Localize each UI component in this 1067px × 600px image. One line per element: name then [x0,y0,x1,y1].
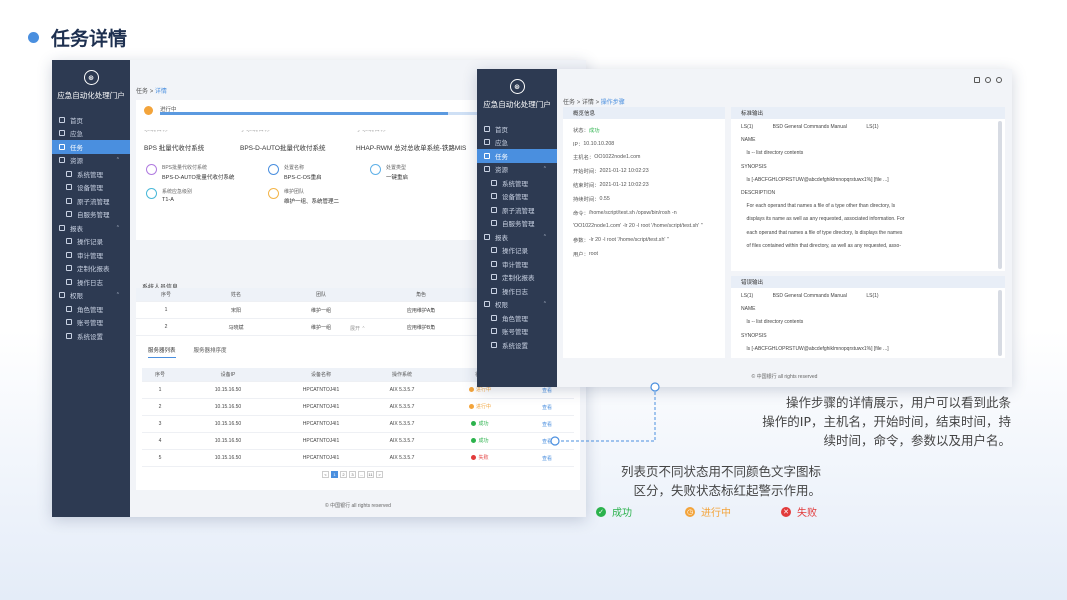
legend-running-label: 进行中 [701,508,731,519]
status-annotation: 列表页不同状态用不同颜色文字图标 区分，失败状态标红起警示作用。 [595,462,821,500]
cross-icon: ✕ [781,506,791,517]
legend-fail-label: 失败 [797,508,817,519]
legend-success: ✓ 成功 [596,504,632,519]
legend-success-label: 成功 [612,508,632,519]
legend-running: ◷ 进行中 [685,504,731,519]
detail-annotation-line: 操作的IP，主机名，开始时间，结束时间，持 [762,414,1011,429]
detail-annotation: 操作步骤的详情展示，用户可以看到此条 操作的IP，主机名，开始时间，结束时间，持… [757,393,1011,450]
clock-icon: ◷ [685,506,695,517]
check-icon: ✓ [596,506,606,517]
status-annotation-line: 列表页不同状态用不同颜色文字图标 [620,464,821,479]
detail-annotation-line: 续时间，命令，参数以及用户名。 [823,433,1011,448]
annotation-connector [550,382,660,446]
status-annotation-line: 区分，失败状态标红起警示作用。 [633,483,821,498]
detail-annotation-line: 操作步骤的详情展示，用户可以看到此条 [785,395,1011,410]
legend-fail: ✕ 失败 [781,504,817,519]
